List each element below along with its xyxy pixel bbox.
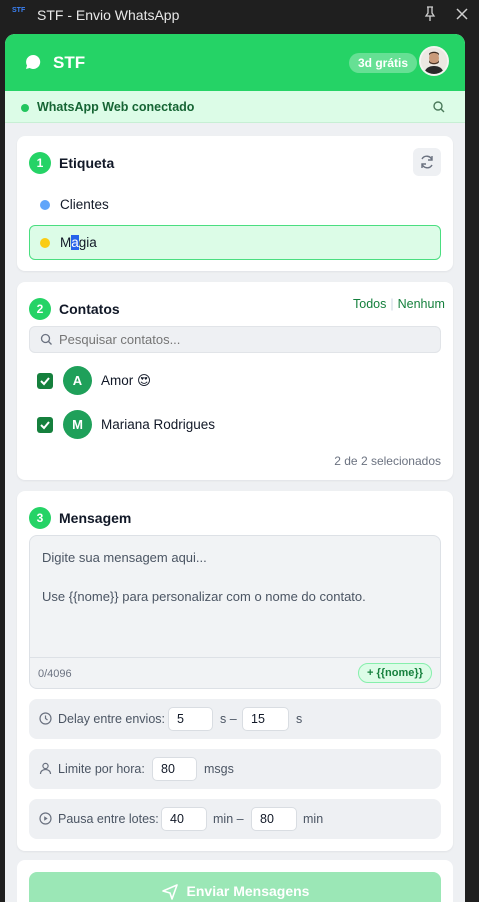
check-icon xyxy=(40,421,50,430)
message-footer: 0/4096 + {{nome}} xyxy=(30,657,440,689)
label-card: 1 Etiqueta Clientes Magia xyxy=(17,136,453,271)
step-number-3: 3 xyxy=(29,507,51,529)
tag-item-clientes[interactable]: Clientes xyxy=(29,187,441,222)
app-header: STF 3d grátis xyxy=(5,34,465,91)
step-number-1: 1 xyxy=(29,152,51,174)
tag-color-dot xyxy=(40,238,50,248)
user-avatar[interactable] xyxy=(419,46,449,76)
pause-min-input[interactable] xyxy=(161,807,207,831)
search-icon[interactable] xyxy=(432,100,446,114)
link-divider: | xyxy=(390,297,394,311)
pause-unit: min xyxy=(303,812,324,826)
delay-label: Delay entre envios: xyxy=(58,712,166,726)
connection-status-text: WhatsApp Web conectado xyxy=(37,100,195,114)
label-card-title: Etiqueta xyxy=(59,155,115,171)
pause-max-input[interactable] xyxy=(251,807,297,831)
send-messages-button[interactable]: Enviar Mensagens xyxy=(29,872,441,902)
delay-setting: Delay entre envios: s – s xyxy=(29,699,441,739)
window-title: STF - Envio WhatsApp xyxy=(37,7,180,23)
message-textarea[interactable]: Digite sua mensagem aqui... Use {{nome}}… xyxy=(29,535,441,689)
tag-color-dot xyxy=(40,200,50,210)
limit-unit: msgs xyxy=(204,762,234,776)
app-window: STF 3d grátis WhatsApp Web conectado 1 E… xyxy=(5,34,465,902)
trial-badge: 3d grátis xyxy=(349,53,418,73)
scrollbar[interactable] xyxy=(472,0,479,902)
contact-name: Mariana Rodrigues xyxy=(101,417,216,432)
message-card: 3 Mensagem Digite sua mensagem aqui... U… xyxy=(17,491,453,851)
contact-avatar: M xyxy=(63,410,92,439)
contact-search-input[interactable] xyxy=(59,330,429,349)
hourly-limit-setting: Limite por hora: msgs xyxy=(29,749,441,789)
delay-unit: s xyxy=(296,712,303,726)
select-none-link[interactable]: Nenhum xyxy=(398,297,445,311)
batch-pause-setting: Pausa entre lotes: min – min xyxy=(29,799,441,839)
user-icon xyxy=(39,762,52,775)
contacts-card: 2 Contatos Todos | Nenhum A Amor 😍 M Maria… xyxy=(17,282,453,480)
clock-icon xyxy=(39,712,52,725)
brand-name: STF xyxy=(53,53,86,72)
avatar-portrait-icon xyxy=(421,48,447,74)
contacts-card-title: Contatos xyxy=(59,301,120,317)
connection-status-bar: WhatsApp Web conectado xyxy=(5,91,465,123)
contact-row[interactable]: A Amor 😍 xyxy=(37,366,437,396)
play-circle-icon xyxy=(39,812,52,825)
contact-search-box xyxy=(29,326,441,353)
limit-input[interactable] xyxy=(152,757,197,781)
status-dot xyxy=(21,104,29,112)
window-titlebar: STF STF - Envio WhatsApp xyxy=(0,0,479,30)
pause-separator: min – xyxy=(213,812,244,826)
send-icon xyxy=(161,884,178,900)
contact-checkbox[interactable] xyxy=(37,373,53,389)
insert-name-variable-button[interactable]: + {{nome}} xyxy=(358,663,432,683)
search-icon xyxy=(40,333,52,345)
refresh-button[interactable] xyxy=(413,148,441,176)
pin-icon[interactable] xyxy=(423,6,437,22)
select-all-link[interactable]: Todos xyxy=(353,297,386,311)
delay-max-input[interactable] xyxy=(242,707,289,731)
message-card-title: Mensagem xyxy=(59,510,132,526)
chat-bubble-icon xyxy=(26,54,41,69)
select-links: Todos | Nenhum xyxy=(353,297,445,311)
tag-item-magia[interactable]: Magia xyxy=(29,225,441,260)
tag-label: Magia xyxy=(60,235,97,250)
tag-label: Clientes xyxy=(60,197,109,212)
close-icon[interactable] xyxy=(455,6,469,22)
delay-min-input[interactable] xyxy=(168,707,213,731)
limit-label: Limite por hora: xyxy=(58,762,145,776)
delay-separator: s – xyxy=(220,712,237,726)
pause-label: Pausa entre lotes: xyxy=(58,812,159,826)
contact-avatar: A xyxy=(63,366,92,395)
selected-count: 2 de 2 selecionados xyxy=(334,454,441,468)
app-logo: STF xyxy=(12,7,26,14)
message-placeholder-line1: Digite sua mensagem aqui... xyxy=(42,550,207,565)
message-placeholder-line2: Use {{nome}} para personalizar com o nom… xyxy=(42,589,366,604)
refresh-icon xyxy=(421,155,433,169)
contact-name: Amor 😍 xyxy=(101,373,152,388)
send-button-label: Enviar Mensagens xyxy=(186,883,310,899)
step-number-2: 2 xyxy=(29,298,51,320)
char-counter: 0/4096 xyxy=(38,668,72,680)
check-icon xyxy=(40,377,50,386)
send-card: Enviar Mensagens xyxy=(17,860,453,902)
contact-checkbox[interactable] xyxy=(37,417,53,433)
contact-row[interactable]: M Mariana Rodrigues xyxy=(37,410,437,440)
